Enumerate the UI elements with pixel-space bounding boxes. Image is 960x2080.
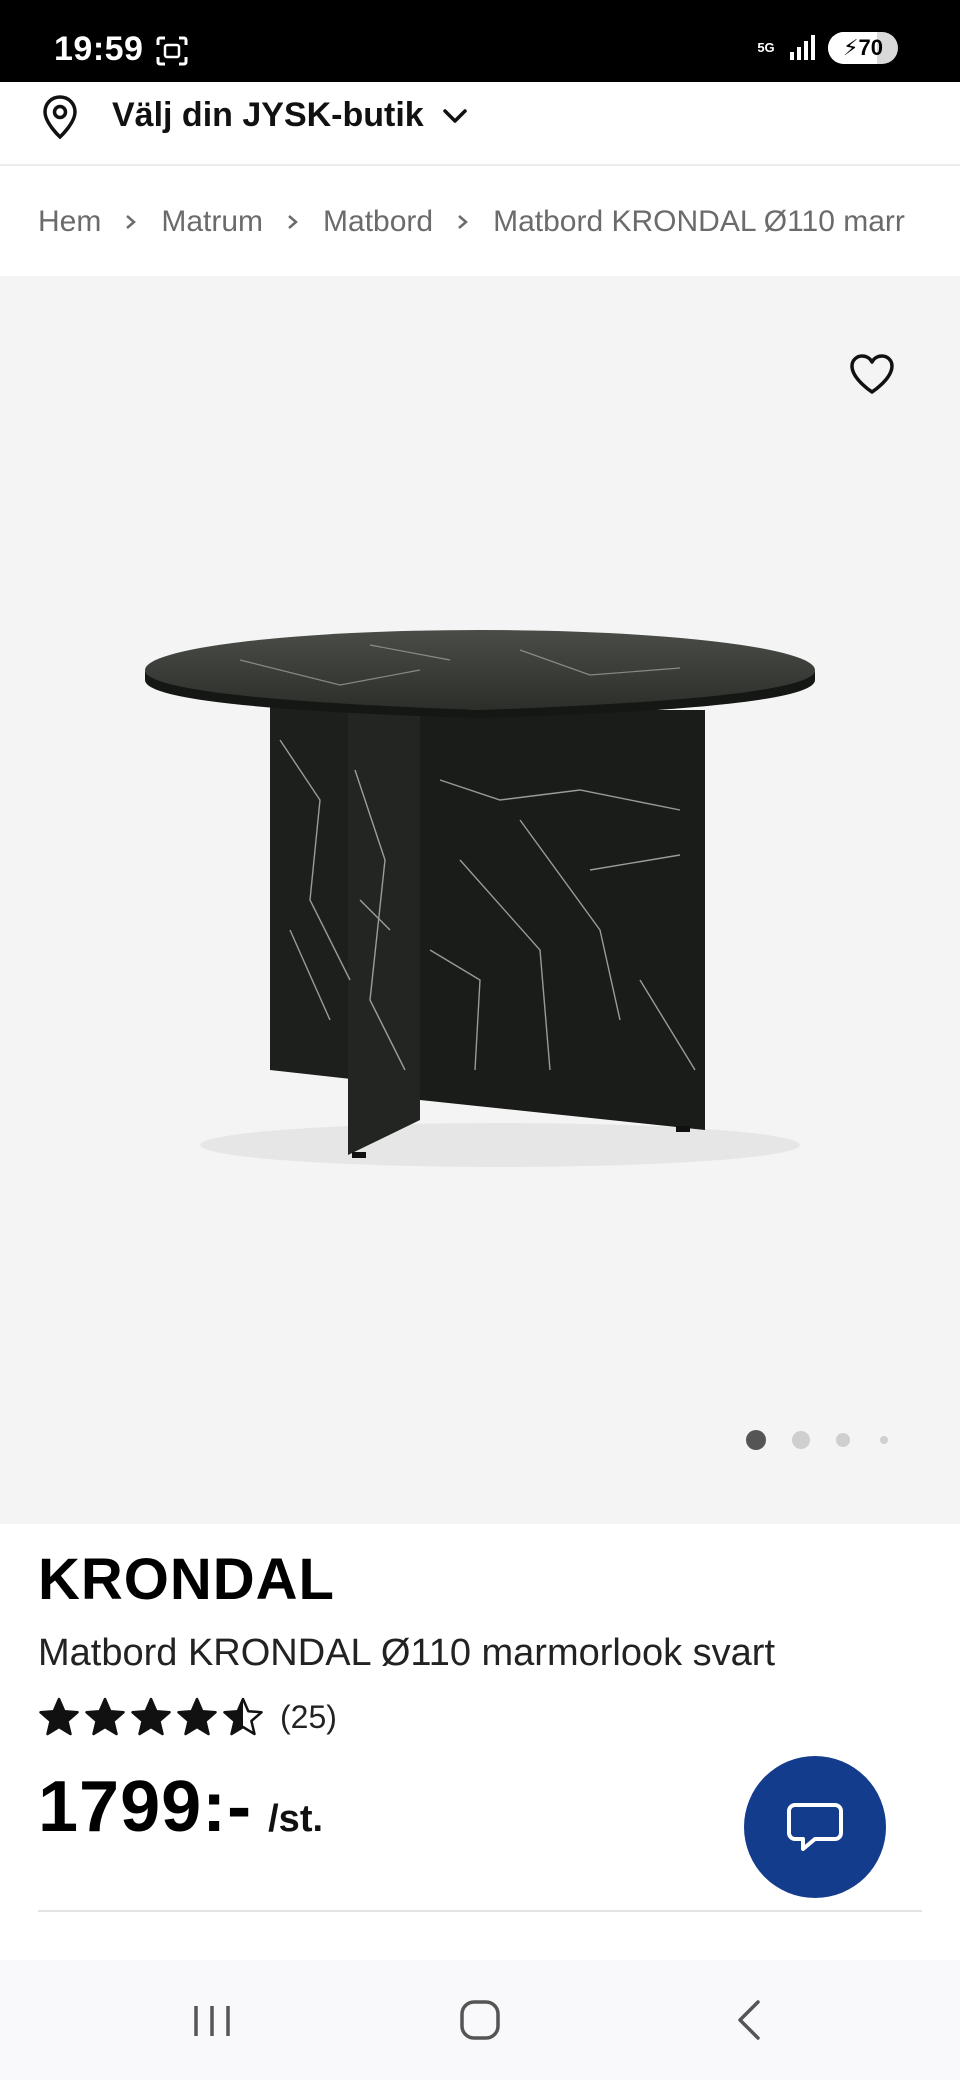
star-icon <box>85 1697 125 1736</box>
breadcrumb-item-current: Matbord KRONDAL Ø110 marr <box>493 205 905 238</box>
star-icon <box>131 1697 171 1736</box>
rating-count: (25) <box>280 1698 337 1735</box>
star-icon <box>39 1697 79 1736</box>
battery-icon: ⚡ <box>843 35 859 60</box>
product-rating[interactable]: (25) <box>38 1696 337 1738</box>
chat-bubble-icon <box>787 1803 843 1851</box>
rating-stars <box>38 1696 264 1738</box>
gallery-dot[interactable] <box>746 1430 766 1450</box>
gallery-dot[interactable] <box>836 1433 850 1447</box>
screenshot-icon <box>156 36 188 66</box>
back-icon[interactable] <box>734 1998 764 2042</box>
battery-indicator: ⚡ 70 <box>828 32 898 64</box>
star-icon <box>177 1697 217 1736</box>
gallery-pagination <box>746 1430 888 1450</box>
chevron-right-icon <box>288 215 298 229</box>
product-price: 1799:- <box>38 1767 253 1847</box>
heart-icon[interactable] <box>848 352 896 396</box>
store-selector[interactable]: Välj din JYSK-butik <box>0 82 960 166</box>
breadcrumb: Hem Matrum Matbord Matbord KRONDAL Ø110 … <box>0 168 960 276</box>
home-icon[interactable] <box>458 1998 502 2042</box>
system-nav-bar <box>0 1960 960 2080</box>
status-bar: 19:59 5G ⚡ 70 <box>0 0 960 82</box>
price-unit: /st. <box>268 1798 324 1840</box>
store-selector-label: Välj din JYSK-butik <box>112 96 424 134</box>
chevron-right-icon <box>458 215 469 229</box>
product-name: KRONDAL <box>38 1547 335 1612</box>
chat-button[interactable] <box>744 1756 886 1898</box>
price-row: 1799:- /st. <box>38 1766 323 1848</box>
breadcrumb-item-matrum[interactable]: Matrum <box>161 205 263 239</box>
signal-icon <box>790 35 815 60</box>
breadcrumb-item-matbord[interactable]: Matbord <box>323 205 433 239</box>
breadcrumb-item-home[interactable]: Hem <box>38 205 101 239</box>
status-indicators: 5G ⚡ 70 <box>754 32 898 64</box>
product-description: Matbord KRONDAL Ø110 marmorlook svart <box>38 1632 776 1674</box>
star-icon <box>223 1697 263 1736</box>
gallery-dot[interactable] <box>880 1436 888 1444</box>
gallery-dot[interactable] <box>792 1431 810 1449</box>
recent-apps-icon[interactable] <box>190 2002 234 2040</box>
chevron-right-icon <box>126 215 137 229</box>
network-type: 5G <box>757 40 775 55</box>
product-image[interactable] <box>120 600 840 1180</box>
battery-level: 70 <box>858 35 883 60</box>
section-divider <box>38 1910 922 1912</box>
location-pin-icon <box>43 95 77 140</box>
status-time: 19:59 <box>54 30 144 68</box>
chevron-down-icon <box>443 109 467 123</box>
